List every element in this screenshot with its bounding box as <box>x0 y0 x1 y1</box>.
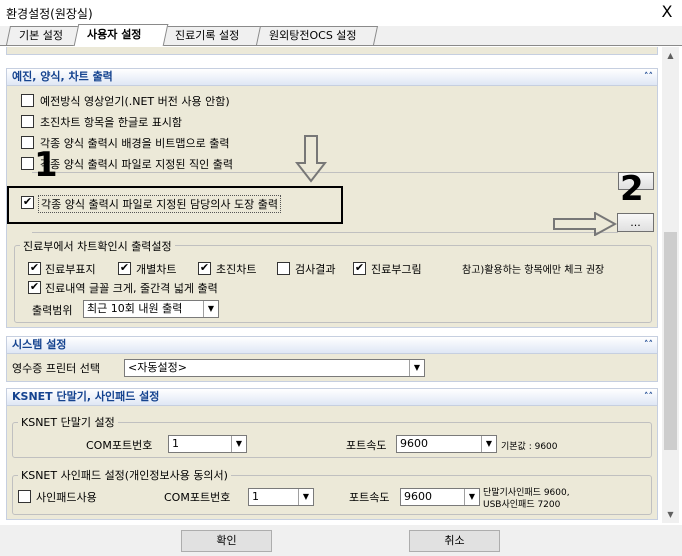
opt-legacy-capture-label: 예전방식 영상얻기(.NET 버전 사용 안함) <box>40 95 230 108</box>
chart-print-group-title: 진료부에서 차트확인시 출력설정 <box>20 238 175 254</box>
chevron-down-icon[interactable]: ▼ <box>464 489 479 505</box>
opt-doctor-stamp-label: 각종 양식 출력시 파일로 지정된 담당의사 도장 출력 <box>38 195 281 213</box>
right-arrow-annotation <box>553 212 617 236</box>
chk-large-text-checkbox[interactable]: ✔ <box>28 281 41 294</box>
terminal-speed-select[interactable]: 9600 ▼ <box>396 435 497 453</box>
signpad-group-title: KSNET 사인패드 설정(개인정보사용 동의서) <box>18 467 231 483</box>
terminal-speed-label: 포트속도 <box>346 439 387 452</box>
chevron-down-icon[interactable]: ▼ <box>409 360 424 376</box>
annotation-number-1: 1 <box>34 145 58 185</box>
chk-cover-label: 진료부표지 <box>45 263 96 276</box>
signpad-speed-label: 포트속도 <box>349 491 390 504</box>
scrollbar-thumb[interactable] <box>664 232 677 450</box>
collapse-icon[interactable]: ˄˄ <box>644 389 653 405</box>
chk-exam-label: 검사결과 <box>295 263 336 276</box>
chevron-down-icon[interactable]: ▼ <box>203 301 218 317</box>
terminal-group-title: KSNET 단말기 설정 <box>18 414 118 430</box>
prev-section-tail <box>6 47 658 55</box>
chk-drawing-label: 진료부그림 <box>371 263 422 276</box>
tab-record[interactable]: 진료기록 설정 <box>161 26 263 45</box>
opt-seal-file-label: 각종 양식 출력시 파일로 지정된 직인 출력 <box>40 158 234 171</box>
collapse-icon[interactable]: ˄˄ <box>644 69 653 85</box>
chevron-down-icon[interactable]: ▼ <box>231 436 246 452</box>
annotation-number-2: 2 <box>620 169 644 209</box>
chk-first-visit-checkbox[interactable]: ✔ <box>198 262 211 275</box>
opt-doctor-stamp-checkbox[interactable]: ✔ <box>21 196 34 209</box>
terminal-default-note: 기본값 : 9600 <box>501 442 558 452</box>
check-note: 참고)활용하는 항목에만 체크 권장 <box>462 265 605 276</box>
window-title: 환경설정(원장실) <box>6 7 93 21</box>
title-bar <box>0 0 682 26</box>
chk-exam-checkbox[interactable] <box>277 262 290 275</box>
signpad-speed-select[interactable]: 9600 ▼ <box>400 488 480 506</box>
down-arrow-annotation <box>295 135 327 183</box>
opt-korean-chart-label: 초진차트 항목을 한글로 표시함 <box>40 116 183 129</box>
chk-cover-checkbox[interactable]: ✔ <box>28 262 41 275</box>
collapse-icon[interactable]: ˄˄ <box>644 337 653 353</box>
range-select[interactable]: 최근 10회 내원 출력 ▼ <box>83 300 219 318</box>
receipt-printer-select[interactable]: <자동설정> ▼ <box>124 359 425 377</box>
opt-bitmap-bg-label: 각종 양식 출력시 배경을 비트맵으로 출력 <box>40 137 230 150</box>
signpad-use-checkbox[interactable] <box>18 490 31 503</box>
chk-first-visit-label: 초진차트 <box>216 263 257 276</box>
signpad-use-label: 사인패드사용 <box>36 491 97 504</box>
browse-button[interactable]: ... <box>617 213 654 232</box>
signpad-port-label: COM포트번호 <box>164 491 231 504</box>
tab-user[interactable]: 사용자 설정 <box>73 24 169 46</box>
chevron-down-icon[interactable]: ▼ <box>298 489 313 505</box>
receipt-printer-label: 영수증 프린터 선택 <box>12 362 100 375</box>
chk-large-text-label: 진료내역 글꼴 크게, 줄간격 넓게 출력 <box>45 282 218 295</box>
signpad-note-line2: USB사인패드 7200 <box>483 500 561 510</box>
section-header-print[interactable]: 예진, 양식, 차트 출력 ˄˄ <box>6 68 658 86</box>
section-header-system[interactable]: 시스템 설정 ˄˄ <box>6 336 658 354</box>
chk-individual-checkbox[interactable]: ✔ <box>118 262 131 275</box>
chevron-down-icon[interactable]: ▼ <box>481 436 496 452</box>
divider <box>32 232 618 233</box>
scroll-up-icon[interactable]: ▲ <box>664 49 677 63</box>
opt-korean-chart-checkbox[interactable] <box>21 115 34 128</box>
range-label: 출력범위 <box>32 304 73 317</box>
opt-bitmap-bg-checkbox[interactable] <box>21 136 34 149</box>
scroll-down-icon[interactable]: ▼ <box>664 508 677 522</box>
signpad-port-select[interactable]: 1 ▼ <box>248 488 314 506</box>
opt-legacy-capture-checkbox[interactable] <box>21 94 34 107</box>
tab-basic[interactable]: 기본 설정 <box>5 26 81 45</box>
cancel-button[interactable]: 취소 <box>409 530 500 552</box>
section-header-ksnet[interactable]: KSNET 단말기, 사인패드 설정 ˄˄ <box>6 388 658 406</box>
terminal-port-select[interactable]: 1 ▼ <box>168 435 247 453</box>
ok-button[interactable]: 확인 <box>181 530 272 552</box>
close-icon[interactable]: X <box>654 1 680 23</box>
divider <box>32 172 652 173</box>
terminal-port-label: COM포트번호 <box>86 439 153 452</box>
chk-drawing-checkbox[interactable]: ✔ <box>353 262 366 275</box>
tab-ocs[interactable]: 원외탕전OCS 설정 <box>255 26 379 45</box>
chk-individual-label: 개별차트 <box>136 263 177 276</box>
opt-seal-file-checkbox[interactable] <box>21 157 34 170</box>
